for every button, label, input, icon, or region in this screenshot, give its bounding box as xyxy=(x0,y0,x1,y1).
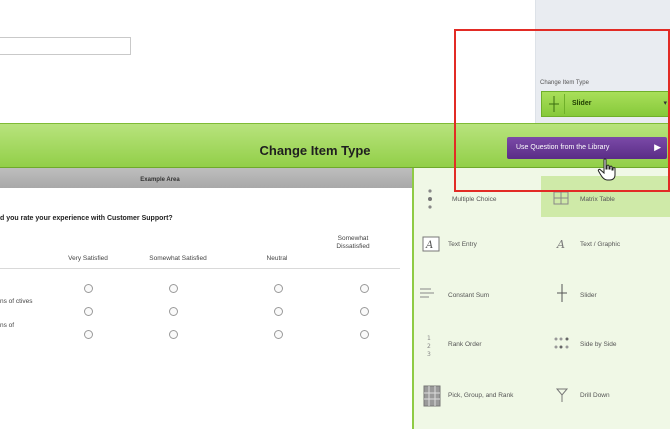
rank-order-icon: 123 xyxy=(427,335,431,357)
slider-icon xyxy=(557,284,567,302)
library-item-rank-order[interactable]: Rank Order xyxy=(448,341,482,348)
column-header: Neutral xyxy=(266,255,288,262)
library-item-multiple-choice[interactable]: Multiple Choice xyxy=(452,196,496,203)
question-text: d you rate your experience with Customer… xyxy=(0,215,173,222)
library-item-matrix-table[interactable]: Matrix Table xyxy=(580,196,615,203)
radio-button[interactable] xyxy=(84,284,93,293)
matrix-table-icon xyxy=(553,191,569,205)
svg-text:1: 1 xyxy=(427,335,431,342)
drill-down-icon xyxy=(555,388,569,402)
library-item-text-graphic[interactable]: Text / Graphic xyxy=(580,241,620,248)
toolbar-title: Change Item Type xyxy=(259,143,371,158)
radio-button[interactable] xyxy=(84,330,93,339)
radio-button[interactable] xyxy=(169,284,178,293)
radio-button[interactable] xyxy=(274,330,283,339)
constant-sum-icon xyxy=(420,288,434,298)
library-item-drill-down[interactable]: Drill Down xyxy=(580,392,610,399)
svg-text:3: 3 xyxy=(427,351,431,357)
svg-text:A: A xyxy=(425,240,433,251)
side-by-side-icon xyxy=(554,337,569,349)
radio-button[interactable] xyxy=(360,307,369,316)
radio-button[interactable] xyxy=(169,330,178,339)
column-header: Very Satisfied xyxy=(68,255,108,262)
column-header: Somewhat Dissatisfied xyxy=(336,235,370,250)
radio-button[interactable] xyxy=(274,284,283,293)
title-input[interactable] xyxy=(0,37,131,55)
library-item-side-by-side[interactable]: Side by Side xyxy=(580,341,617,348)
library-item-constant-sum[interactable]: Constant Sum xyxy=(448,292,489,299)
library-item-text-entry[interactable]: Text Entry xyxy=(448,241,477,248)
radio-button[interactable] xyxy=(360,284,369,293)
example-area-header xyxy=(0,168,413,188)
highlight-box xyxy=(454,29,670,192)
column-header: Somewhat Satisfied xyxy=(149,255,207,262)
row-label: ns of ctives xyxy=(0,298,33,305)
radio-button[interactable] xyxy=(169,307,178,316)
multiple-choice-icon xyxy=(428,189,432,209)
pick-group-rank-icon xyxy=(423,385,441,407)
hand-cursor-icon xyxy=(597,158,616,181)
radio-button[interactable] xyxy=(274,307,283,316)
text-graphic-icon: A xyxy=(557,238,565,251)
divider xyxy=(0,268,400,269)
text-entry-icon: A xyxy=(422,236,440,252)
library-item-pick-group-rank[interactable]: Pick, Group, and Rank xyxy=(448,392,513,399)
svg-text:2: 2 xyxy=(427,343,431,350)
radio-button[interactable] xyxy=(84,307,93,316)
library-item-slider[interactable]: Slider xyxy=(580,292,597,299)
radio-button[interactable] xyxy=(360,330,369,339)
row-label: ns of xyxy=(0,322,15,329)
example-area-title: Example Area xyxy=(140,177,180,183)
